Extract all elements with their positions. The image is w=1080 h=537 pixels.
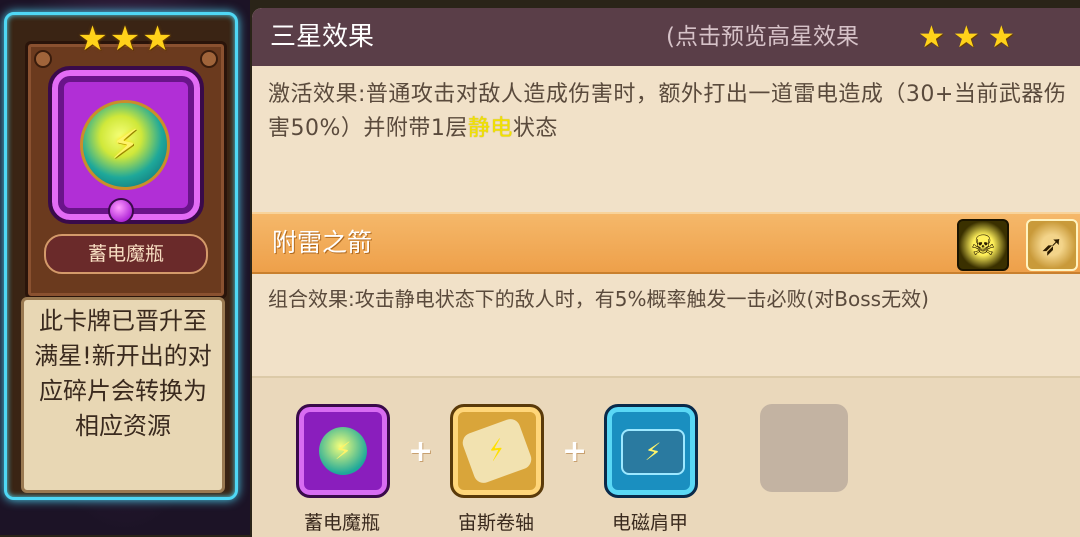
- detail-panel: 三星效果 (点击预览高星效果 ★ ★ ★ 激活效果:普通攻击对敌人造成伤害时，额…: [252, 8, 1080, 537]
- orb: ⚡: [80, 100, 170, 190]
- skull-lightning-icon: ☠: [957, 219, 1009, 271]
- empty-slot: [760, 404, 848, 492]
- static-keyword: 静电: [467, 116, 513, 141]
- combo-title: 附雷之箭: [272, 228, 373, 257]
- rivet-icon: [200, 50, 218, 68]
- item-zeus-scroll[interactable]: ⚡ 宙斯卷轴: [450, 404, 544, 535]
- star-icon[interactable]: ★: [918, 20, 945, 55]
- gem-icon: [108, 198, 134, 224]
- rivet-icon: [34, 50, 52, 68]
- arrow-icon: ➶: [1026, 219, 1078, 271]
- star-icon: ★: [142, 19, 173, 59]
- item-lightning-bottle[interactable]: ⚡ 蓄电魔瓶: [296, 404, 390, 535]
- panel-title: 三星效果: [270, 22, 375, 52]
- header: 三星效果 (点击预览高星效果 ★ ★ ★: [252, 8, 1080, 66]
- shoulder-armor-icon: ⚡: [604, 404, 698, 498]
- preview-stars[interactable]: ★ ★ ★: [918, 8, 1015, 66]
- card[interactable]: ⚡ 蓄电魔瓶 ★ ★ ★ 此卡牌已晋升至满星!新开出的对应碎片会转换为相应资源: [4, 12, 238, 500]
- lightning-bottle-icon: ⚡: [296, 404, 390, 498]
- lightning-bottle-icon: ⚡: [48, 66, 204, 224]
- card-star-rating: ★ ★ ★: [65, 19, 185, 59]
- item-name: 电磁肩甲: [611, 512, 688, 534]
- card-name: 蓄电魔瓶: [44, 234, 208, 274]
- star-icon[interactable]: ★: [953, 20, 980, 55]
- star-icon: ★: [77, 19, 108, 59]
- card-notice: 此卡牌已晋升至满星!新开出的对应碎片会转换为相应资源: [21, 297, 225, 493]
- star-icon[interactable]: ★: [988, 20, 1015, 55]
- combo-bar: 附雷之箭 ☠ ➶: [252, 212, 1080, 274]
- combo-items: ⚡ 蓄电魔瓶 + ⚡ 宙斯卷轴 + ⚡ 电磁肩甲: [252, 376, 1080, 537]
- item-shoulder-armor[interactable]: ⚡ 电磁肩甲: [604, 404, 698, 535]
- activation-effect: 激活效果:普通攻击对敌人造成伤害时，额外打出一道雷电造成（30+当前武器伤害50…: [268, 78, 1068, 146]
- effect-suffix: 状态: [512, 116, 558, 141]
- plus-icon: +: [408, 434, 434, 469]
- effect-prefix: 激活效果:普通攻击对敌人造成伤害时，额外打出一道雷电造成（30+当前武器伤害50…: [268, 82, 1067, 141]
- item-name: 蓄电魔瓶: [303, 512, 380, 534]
- combo-effect: 组合效果:攻击静电状态下的敌人时，有5%概率触发一击必败(对Boss无效): [268, 287, 929, 311]
- scroll-icon: ⚡: [450, 404, 544, 498]
- bolt-icon: ⚡: [110, 122, 140, 168]
- preview-hint[interactable]: (点击预览高星效果: [666, 8, 859, 66]
- card-art-frame: ⚡ 蓄电魔瓶: [25, 41, 227, 299]
- star-icon: ★: [109, 19, 141, 59]
- plus-icon: +: [562, 434, 588, 469]
- item-name: 宙斯卷轴: [457, 512, 534, 534]
